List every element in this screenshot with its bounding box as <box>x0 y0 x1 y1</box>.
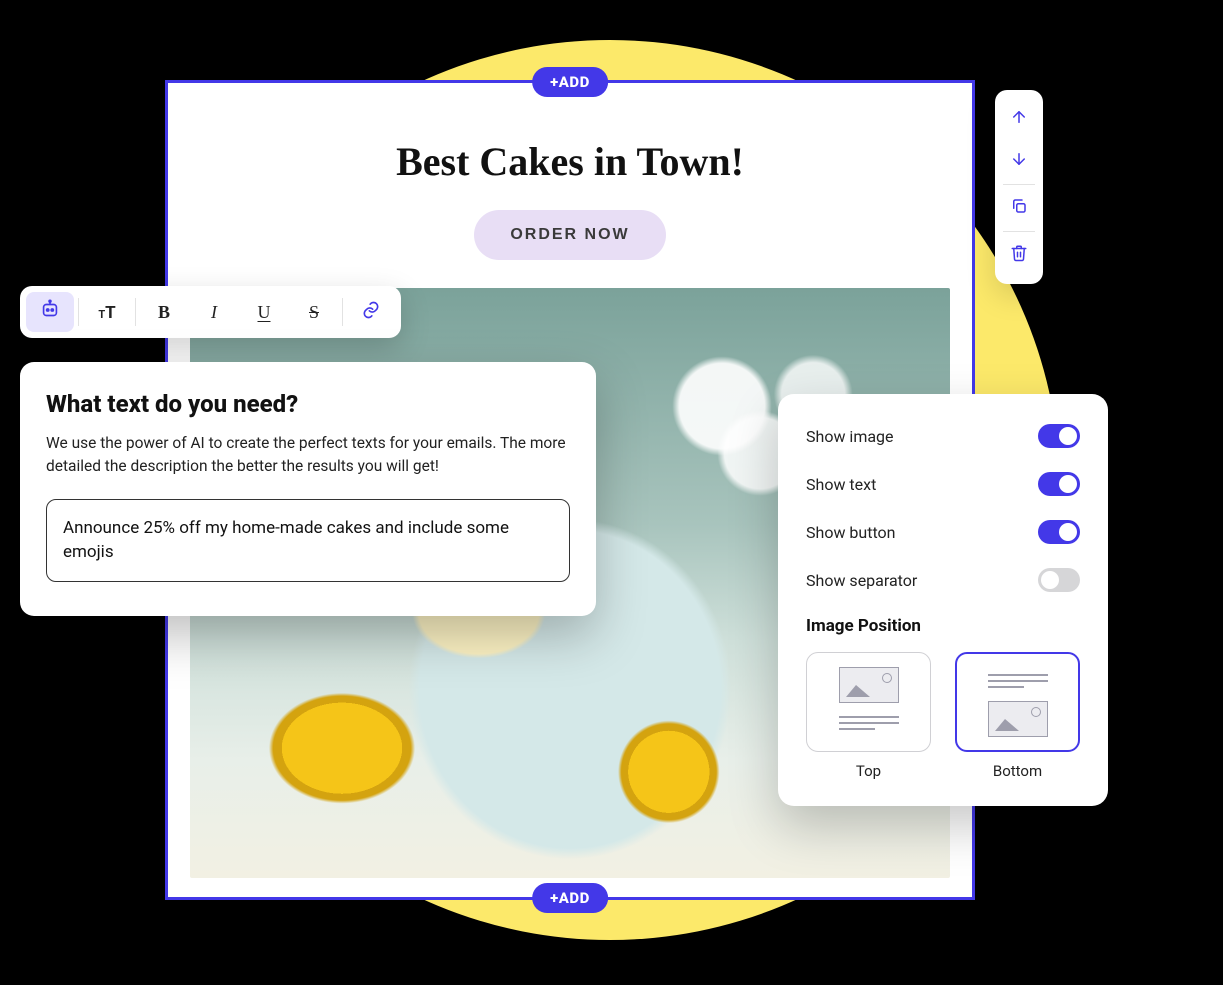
ai-prompt-panel: What text do you need? We use the power … <box>20 362 596 616</box>
ai-panel-title: What text do you need? <box>46 390 570 418</box>
mini-text-icon <box>988 667 1048 695</box>
image-position-label: Image Position <box>806 616 1080 636</box>
duplicate-button[interactable] <box>999 187 1039 229</box>
text-size-button[interactable]: TT <box>83 292 131 332</box>
show-button-toggle[interactable] <box>1038 520 1080 544</box>
link-icon <box>361 300 381 325</box>
toolbar-separator <box>342 298 343 326</box>
show-separator-label: Show separator <box>806 571 917 590</box>
image-position-top-option[interactable] <box>806 652 931 752</box>
delete-button[interactable] <box>999 234 1039 276</box>
hero-title[interactable]: Best Cakes in Town! <box>168 138 972 185</box>
copy-icon <box>1010 197 1028 219</box>
mini-image-icon <box>839 667 899 703</box>
ai-prompt-input[interactable] <box>46 499 570 582</box>
arrow-up-icon <box>1010 108 1028 130</box>
mini-text-icon <box>839 709 899 737</box>
add-block-bottom-button[interactable]: +ADD <box>532 883 608 913</box>
underline-button[interactable]: U <box>240 292 288 332</box>
position-top-label: Top <box>856 762 881 780</box>
arrow-down-icon <box>1010 150 1028 172</box>
add-block-top-button[interactable]: +ADD <box>532 67 608 97</box>
show-image-label: Show image <box>806 427 894 446</box>
show-text-label: Show text <box>806 475 876 494</box>
text-format-toolbar: TT B I U S <box>20 286 401 338</box>
trash-icon <box>1010 244 1028 266</box>
image-position-bottom-option[interactable] <box>955 652 1080 752</box>
text-size-icon: TT <box>98 302 115 323</box>
order-now-button[interactable]: ORDER NOW <box>474 210 665 260</box>
position-bottom-label: Bottom <box>993 762 1042 780</box>
show-image-toggle[interactable] <box>1038 424 1080 448</box>
italic-button[interactable]: I <box>190 292 238 332</box>
move-up-button[interactable] <box>999 98 1039 140</box>
toolbar-separator <box>135 298 136 326</box>
show-button-label: Show button <box>806 523 896 542</box>
show-text-toggle[interactable] <box>1038 472 1080 496</box>
block-actions-toolbar <box>995 90 1043 284</box>
link-button[interactable] <box>347 292 395 332</box>
bold-button[interactable]: B <box>140 292 188 332</box>
ai-panel-description: We use the power of AI to create the per… <box>46 432 570 479</box>
mini-image-icon <box>988 701 1048 737</box>
show-separator-toggle[interactable] <box>1038 568 1080 592</box>
move-down-button[interactable] <box>999 140 1039 182</box>
ai-writer-button[interactable] <box>26 292 74 332</box>
block-settings-panel: Show image Show text Show button Show se… <box>778 394 1108 806</box>
strikethrough-button[interactable]: S <box>290 292 338 332</box>
ai-icon <box>39 299 61 326</box>
toolbar-separator <box>1003 231 1035 232</box>
toolbar-separator <box>1003 184 1035 185</box>
toolbar-separator <box>78 298 79 326</box>
